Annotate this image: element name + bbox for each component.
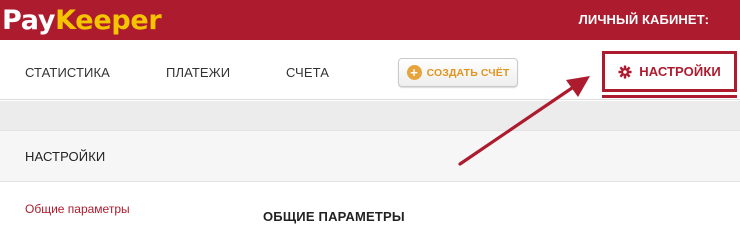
section-header: НАСТРОЙКИ	[0, 130, 740, 182]
page-title: НАСТРОЙКИ	[25, 149, 106, 164]
logo-keeper-text: Keeper	[55, 4, 162, 36]
logo-pay-text: Pay	[2, 4, 56, 36]
nav-item-payments[interactable]: ПЛАТЕЖИ	[166, 65, 230, 80]
nav-item-statistics[interactable]: СТАТИСТИКА	[25, 65, 110, 80]
plus-icon: +	[406, 65, 422, 80]
create-invoice-button[interactable]: + СОЗДАТЬ СЧЁТ	[398, 58, 518, 87]
divider-strip	[0, 101, 740, 130]
create-invoice-label: СОЗДАТЬ СЧЁТ	[426, 66, 510, 79]
account-label[interactable]: ЛИЧНЫЙ КАБИНЕТ:	[579, 12, 709, 27]
content-title: ОБЩИЕ ПАРАМЕТРЫ	[263, 209, 405, 224]
gear-icon	[618, 64, 632, 79]
main-nav: СТАТИСТИКА ПЛАТЕЖИ СЧЕТА + СОЗДАТЬ СЧЁТ …	[0, 40, 740, 100]
nav-item-invoices[interactable]: СЧЕТА	[286, 65, 329, 80]
settings-tab-label: НАСТРОЙКИ	[639, 64, 721, 79]
sidebar-item-general-settings[interactable]: Общие параметры	[25, 202, 130, 216]
paykeeper-logo[interactable]: PayKeeper	[2, 3, 162, 37]
top-header-bar: PayKeeper ЛИЧНЫЙ КАБИНЕТ:	[0, 0, 740, 40]
nav-item-settings[interactable]: НАСТРОЙКИ	[602, 51, 737, 98]
